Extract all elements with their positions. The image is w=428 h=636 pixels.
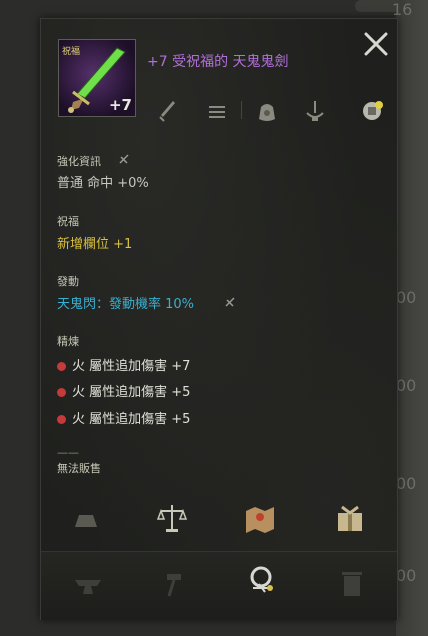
fire-element-icon	[57, 362, 66, 371]
anvil-icon[interactable]	[71, 568, 105, 602]
enhance-info-label: 強化資訊	[57, 155, 101, 168]
no-sell-label: 無法販售	[57, 462, 101, 475]
trigger-label: 發動	[57, 275, 79, 288]
background-strip	[396, 0, 428, 636]
sword-icon[interactable]	[155, 97, 179, 125]
bless-label: 祝福	[57, 215, 79, 228]
map-icon[interactable]	[243, 501, 277, 535]
link-icon[interactable]	[117, 153, 131, 167]
icon-separator	[241, 101, 242, 119]
refine-label: 精煉	[57, 335, 79, 348]
scroll-icon[interactable]	[205, 97, 229, 125]
link-icon[interactable]	[223, 296, 237, 310]
trigger-value: 天鬼閃：發動機率 10%	[57, 297, 195, 312]
item-thumbnail[interactable]: 祝福 +7	[58, 39, 136, 117]
fountain-icon[interactable]	[303, 97, 327, 125]
item-name: +7 受祝福的 天鬼鬼劍	[147, 54, 289, 70]
treasure-icon[interactable]	[357, 97, 387, 125]
refine-line: 火 屬性追加傷害 +5	[57, 408, 190, 427]
fire-element-icon	[57, 415, 66, 424]
divider: ——	[57, 446, 79, 459]
refine-line: 火 屬性追加傷害 +7	[57, 355, 190, 374]
background-number: 00	[396, 376, 417, 395]
enhance-info-value: 普通 命中 +0%	[57, 176, 149, 191]
bottom-toolbar	[41, 551, 397, 620]
background-number: 00	[396, 288, 417, 307]
background-number: 00	[396, 474, 417, 493]
fire-element-icon	[57, 388, 66, 397]
background-number: 16	[392, 0, 413, 19]
refine-line: 火 屬性追加傷害 +5	[57, 381, 190, 400]
magnifier-icon[interactable]	[245, 564, 279, 598]
scale-icon[interactable]	[155, 501, 189, 535]
hammer-icon[interactable]	[157, 566, 191, 600]
bless-value: 新增欄位 +1	[57, 237, 133, 252]
trash-icon[interactable]	[335, 566, 369, 600]
close-icon[interactable]	[361, 29, 391, 59]
enhance-level-badge: +7	[108, 96, 132, 114]
item-tooltip-panel: 祝福 +7 +7 受祝福的 天鬼鬼劍 強化資訊 普通 命中 +0% 祝福 新增欄…	[40, 18, 398, 620]
ingot-icon[interactable]	[69, 503, 103, 537]
gem-bag-icon[interactable]	[255, 97, 279, 125]
background-number: 00	[396, 566, 417, 585]
gift-icon[interactable]	[333, 501, 367, 535]
